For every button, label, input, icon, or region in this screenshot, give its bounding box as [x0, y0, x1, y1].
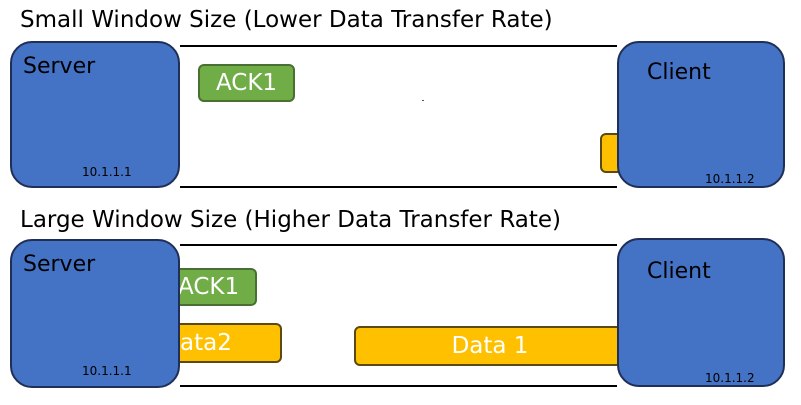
small-window-bottom-line — [180, 186, 617, 188]
small-window-client-label: Client — [647, 60, 711, 85]
small-window-client-ip: 10.1.1.2 — [705, 172, 755, 186]
small-window-server-label: Server — [23, 54, 96, 79]
large-window-data1-packet: Data 1 — [354, 326, 626, 366]
small-window-server-ip: 10.1.1.1 — [82, 165, 132, 179]
small-window-title: Small Window Size (Lower Data Transfer R… — [20, 7, 553, 33]
small-window-dot — [422, 100, 424, 101]
small-window-ack1-packet: ACK1 — [198, 64, 295, 102]
large-window-server-ip: 10.1.1.1 — [82, 364, 132, 378]
small-window-top-line — [180, 45, 617, 47]
large-window-data2-packet: ata2 — [172, 323, 282, 363]
large-window-ack1-packet: ACK1 — [172, 268, 257, 306]
large-window-title: Large Window Size (Higher Data Transfer … — [20, 207, 562, 233]
large-window-server-label: Server — [23, 252, 96, 277]
large-window-client-label: Client — [647, 259, 711, 284]
large-window-client-ip: 10.1.1.2 — [705, 371, 755, 385]
large-window-top-line — [180, 244, 617, 246]
large-window-bottom-line — [180, 385, 617, 387]
